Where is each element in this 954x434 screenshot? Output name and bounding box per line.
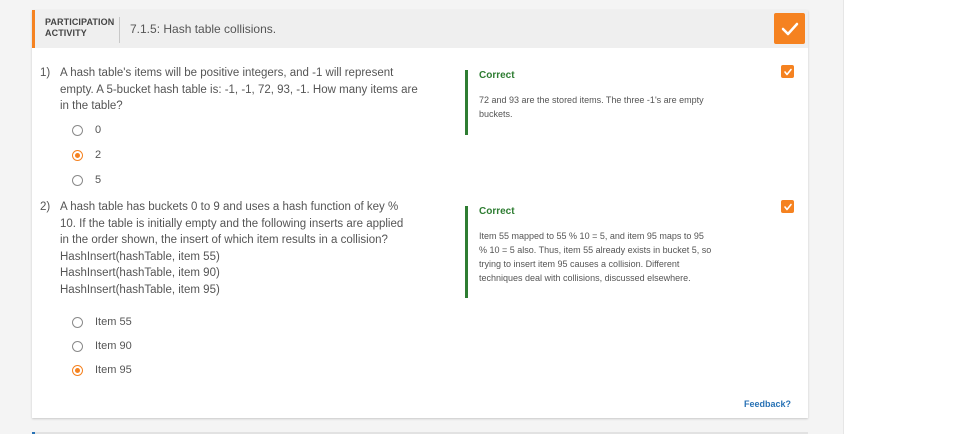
question-1-line: empty. A 5-bucket hash table is: -1, -1,… — [60, 83, 418, 96]
question-2-explanation-text: Item 55 mapped to 55 % 10 = 5, and item … — [479, 229, 770, 285]
question-1-option-5[interactable]: 5 — [72, 174, 101, 186]
radio-button[interactable] — [72, 124, 83, 136]
explanation-line: techniques deal with collisions, discuss… — [479, 273, 691, 283]
question-2-result: Correct — [479, 206, 515, 217]
option-label: 5 — [95, 174, 102, 186]
question-1-explanation: Correct 72 and 93 are the stored items. … — [465, 70, 765, 135]
option-label: 0 — [95, 124, 102, 136]
activity-type-line2: ACTIVITY — [45, 28, 87, 38]
participation-activity-card: PARTICIPATION ACTIVITY 7.1.5: Hash table… — [32, 10, 808, 418]
question-2-line: 10. If the table is initially empty and … — [60, 217, 404, 230]
explanation-line: Item 55 mapped to 55 % 10 = 5, and item … — [479, 231, 704, 241]
option-label: 2 — [95, 149, 102, 161]
radio-button-selected[interactable] — [72, 364, 83, 376]
radio-button[interactable] — [72, 340, 83, 352]
question-2-option-item-95[interactable]: Item 95 — [72, 364, 132, 376]
header-divider — [119, 17, 120, 43]
completion-check-icon — [774, 13, 805, 44]
activity-header: PARTICIPATION ACTIVITY 7.1.5: Hash table… — [32, 10, 808, 48]
option-label: Item 55 — [95, 316, 132, 328]
explanation-line: 72 and 93 are the stored items. The thre… — [479, 95, 704, 105]
question-2-option-item-55[interactable]: Item 55 — [72, 316, 132, 328]
right-gutter — [843, 0, 954, 434]
radio-button[interactable] — [72, 316, 83, 328]
question-2-line: A hash table has buckets 0 to 9 and uses… — [60, 201, 399, 213]
question-1-result: Correct — [479, 70, 515, 81]
activity-type-line1: PARTICIPATION — [45, 17, 115, 27]
question-2-option-item-90[interactable]: Item 90 — [72, 340, 132, 352]
question-1-text: 1) A hash table's items will be positive… — [40, 65, 460, 115]
question-1-option-0[interactable]: 0 — [72, 124, 101, 136]
question-1-explanation-text: 72 and 93 are the stored items. The thre… — [479, 93, 765, 121]
question-2-explanation: Correct Item 55 mapped to 55 % 10 = 5, a… — [465, 206, 770, 298]
question-1-check-icon — [781, 65, 794, 78]
question-2-code-line: HashInsert(hashTable, item 95) — [60, 283, 220, 296]
question-1-line: in the table? — [60, 100, 123, 112]
question-2-line: in the order shown, the insert of which … — [60, 234, 388, 246]
explanation-line: buckets. — [479, 109, 513, 119]
question-1-number: 1) — [40, 67, 51, 79]
radio-button[interactable] — [72, 174, 83, 186]
question-2-number: 2) — [40, 201, 51, 213]
question-2-check-icon — [781, 200, 794, 213]
question-2-code-line: HashInsert(hashTable, item 55) — [60, 250, 220, 263]
option-label: Item 95 — [95, 364, 132, 376]
option-label: Item 90 — [95, 340, 132, 352]
activity-type-label: PARTICIPATION ACTIVITY — [45, 17, 115, 39]
question-1-line: A hash table's items will be positive in… — [60, 67, 394, 79]
explanation-line: % 10 = 5 also. Thus, item 55 already exi… — [479, 245, 712, 255]
activity-title: 7.1.5: Hash table collisions. — [130, 22, 277, 36]
radio-button-selected[interactable] — [72, 149, 83, 161]
question-1-option-2[interactable]: 2 — [72, 149, 101, 161]
question-2-code-line: HashInsert(hashTable, item 90) — [60, 267, 220, 279]
feedback-link[interactable]: Feedback? — [744, 399, 791, 409]
question-2-text: 2) A hash table has buckets 0 to 9 and u… — [40, 199, 460, 298]
explanation-line: trying to insert item 95 causes a collis… — [479, 259, 680, 269]
